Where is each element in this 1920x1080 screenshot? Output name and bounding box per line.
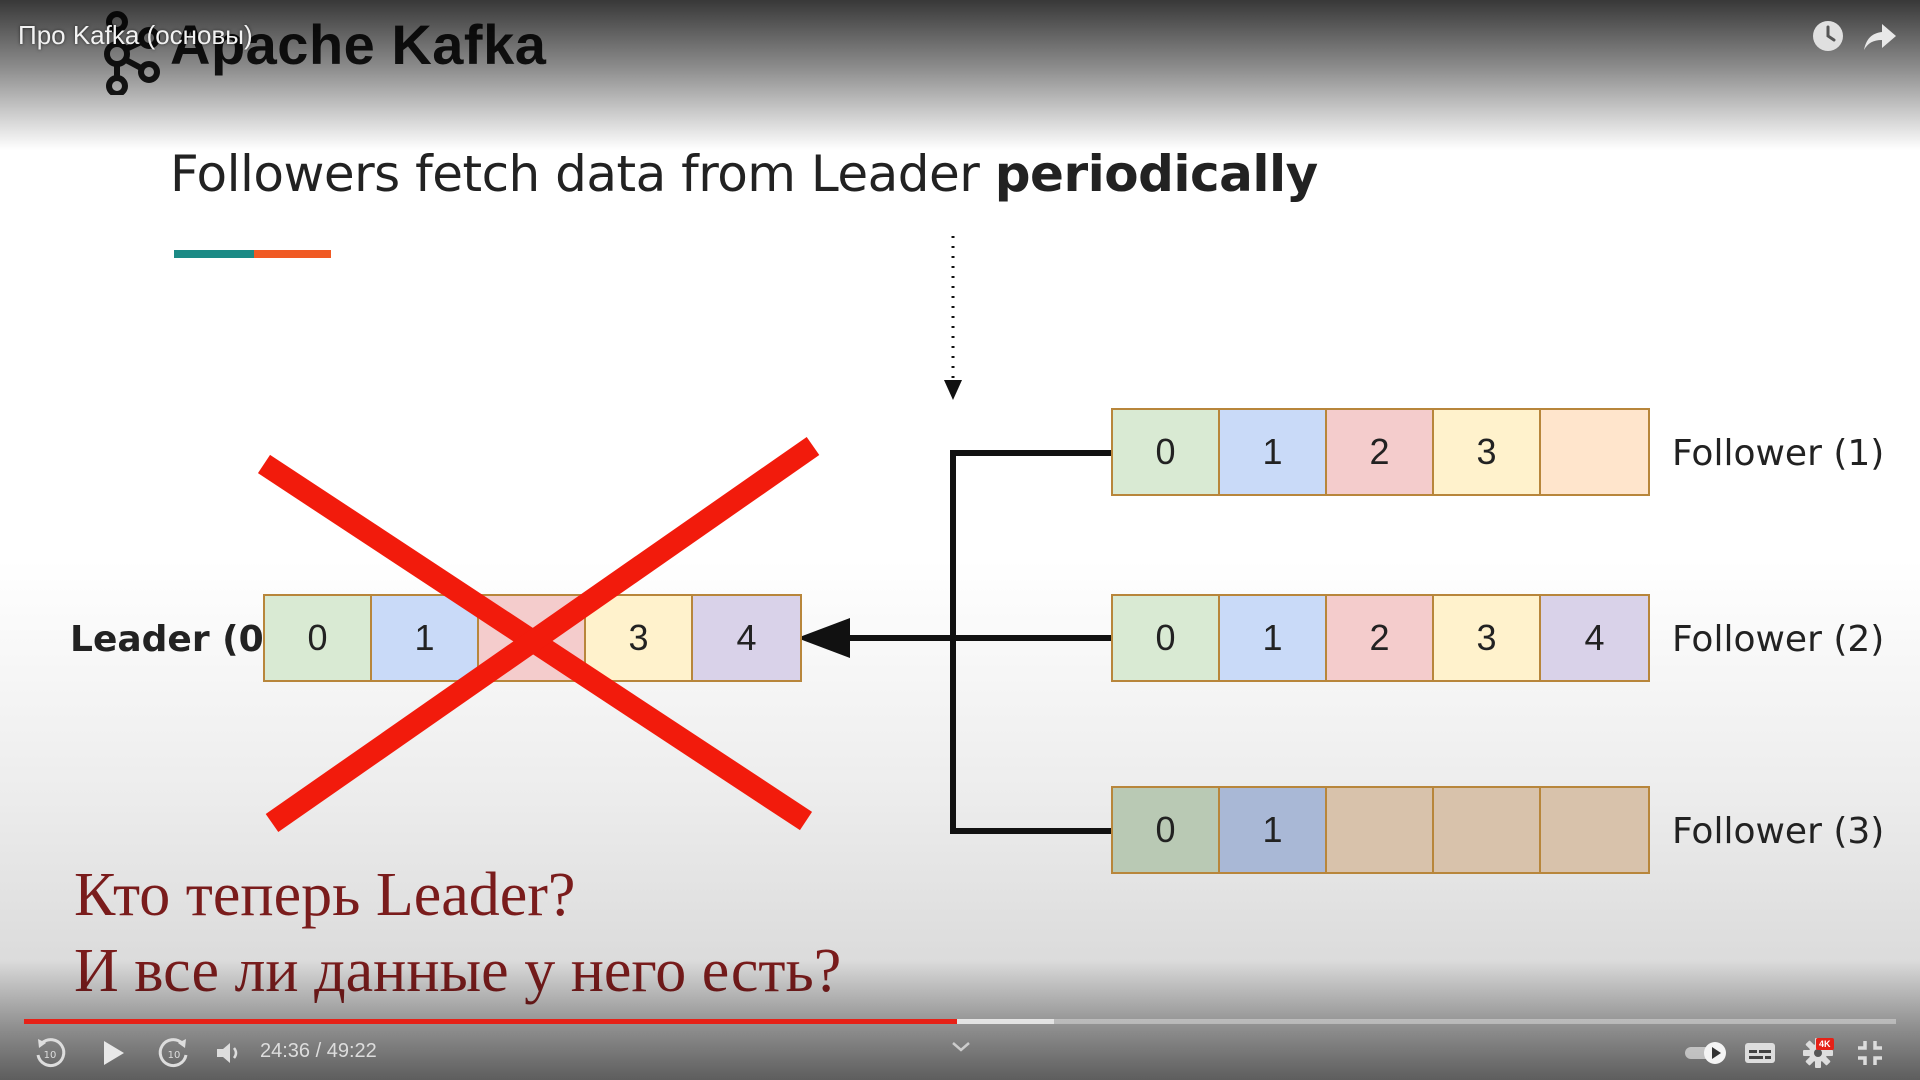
volume-icon[interactable]	[210, 1035, 246, 1071]
follower-3-cell-2	[1327, 788, 1434, 872]
follower-1-cell-2: 2	[1327, 410, 1434, 494]
autoplay-toggle-icon[interactable]	[1683, 1035, 1733, 1071]
follower-1-cell-3: 3	[1434, 410, 1541, 494]
svg-text:10: 10	[168, 1050, 181, 1061]
follower-2-label: Follower (2)	[1672, 619, 1885, 660]
follower-2-cell-1: 1	[1220, 596, 1327, 680]
subtitles-icon[interactable]	[1742, 1035, 1778, 1071]
follower-1-cell-0: 0	[1113, 410, 1220, 494]
play-icon[interactable]	[95, 1035, 131, 1071]
follower-1-cell-1: 1	[1220, 410, 1327, 494]
fetch-arrow-head	[797, 618, 850, 658]
follower-1-label: Follower (1)	[1672, 433, 1885, 474]
follower-3-cell-1: 1	[1220, 788, 1327, 872]
follower-3-log: 01	[1111, 786, 1650, 874]
leader-cell-3: 3	[586, 596, 693, 680]
follower-2-cell-4: 4	[1541, 596, 1648, 680]
follower-2-log: 01234	[1111, 594, 1650, 682]
leader-label: Leader (0)	[70, 619, 281, 660]
follower-2-cell-3: 3	[1434, 596, 1541, 680]
clock-icon[interactable]	[1810, 18, 1846, 54]
exit-fullscreen-icon[interactable]	[1852, 1035, 1888, 1071]
follower-3-cell-0: 0	[1113, 788, 1220, 872]
video-frame[interactable]: Apache Kafka Followers fetch data from L…	[0, 0, 1920, 1080]
leader-cell-0: 0	[265, 596, 372, 680]
video-title[interactable]: Про Kafka (основы)	[18, 20, 253, 51]
follower-3-cell-3	[1434, 788, 1541, 872]
chevron-down-icon[interactable]	[950, 1040, 972, 1054]
share-arrow-icon[interactable]	[1862, 18, 1898, 54]
follower-2-cell-2: 2	[1327, 596, 1434, 680]
time-display: 24:36 / 49:22	[260, 1040, 377, 1062]
forward-10-icon[interactable]: 10	[156, 1035, 192, 1071]
leader-cell-2	[479, 596, 586, 680]
rewind-10-icon[interactable]: 10	[32, 1035, 68, 1071]
leader-log: 01 34	[263, 594, 802, 682]
svg-text:10: 10	[44, 1050, 57, 1061]
leader-cell-1: 1	[372, 596, 479, 680]
follower-3-cell-4	[1541, 788, 1648, 872]
follower-2-cell-0: 0	[1113, 596, 1220, 680]
follower-3-label: Follower (3)	[1672, 811, 1885, 852]
progress-played[interactable]	[24, 1019, 957, 1024]
follower-1-cell-4	[1541, 410, 1648, 494]
quality-badge: 4K	[1816, 1038, 1834, 1050]
dotted-arrow-head	[944, 380, 962, 400]
follower-1-log: 0123	[1111, 408, 1650, 496]
question-line-1: Кто теперь Leader?	[74, 861, 576, 929]
leader-cell-4: 4	[693, 596, 800, 680]
